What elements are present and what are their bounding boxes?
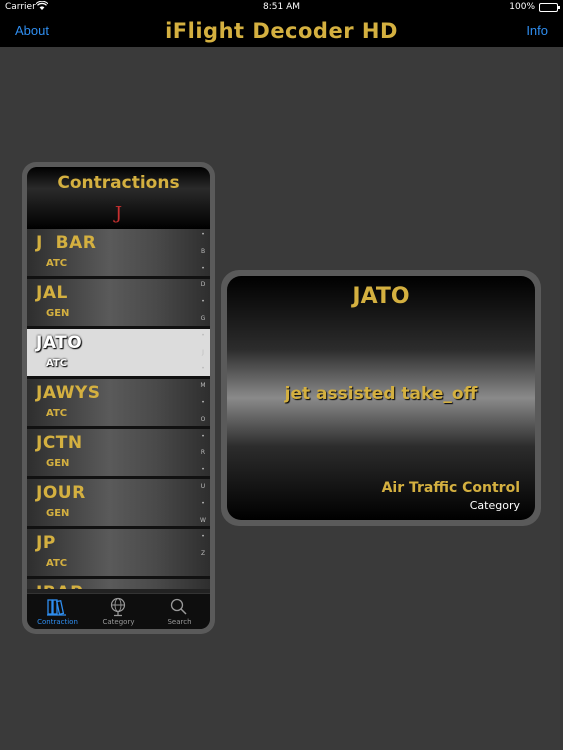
contractions-panel: Contractions J J BAR ATC JAL GEN JATO ATC JAWY…: [22, 162, 215, 634]
list-item-code: JOUR: [36, 483, 86, 503]
detail-category-label: Category: [469, 499, 520, 512]
info-button[interactable]: Info: [526, 23, 548, 38]
list-item[interactable]: JP ATC: [27, 529, 210, 579]
list-item-category: ATC: [46, 258, 68, 269]
tab-search[interactable]: Search: [149, 594, 210, 629]
list-item-code: JAL: [36, 283, 68, 303]
index-letter[interactable]: D: [197, 281, 209, 288]
list-title: Contractions: [57, 173, 180, 193]
tab-label: Search: [167, 618, 192, 626]
status-bar: Carrier 8:51 AM 100%: [0, 0, 563, 16]
index-letter[interactable]: W: [197, 517, 209, 524]
index-letter[interactable]: •: [197, 399, 209, 406]
books-icon: [45, 597, 69, 617]
list-item[interactable]: JAL GEN: [27, 279, 210, 329]
index-letter[interactable]: •: [197, 500, 209, 507]
index-letter[interactable]: B: [197, 248, 209, 255]
index-letter[interactable]: •: [197, 466, 209, 473]
list-item-code: JATO: [36, 333, 83, 353]
list-item-category: ATC: [46, 358, 68, 369]
detail-card: JATO jet assisted take_off Air Traffic C…: [221, 270, 541, 526]
list-item-code: JP: [36, 533, 56, 553]
list-item[interactable]: JRAP: [27, 579, 210, 589]
index-letter[interactable]: O: [197, 416, 209, 423]
alphabet-index[interactable]: • B • D • G • J • M • O • R • U • W • Z: [197, 229, 209, 579]
index-letter[interactable]: R: [197, 449, 209, 456]
contractions-list[interactable]: J BAR ATC JAL GEN JATO ATC JAWYS ATC JCTN GEN JOUR…: [27, 229, 210, 589]
index-letter[interactable]: G: [197, 315, 209, 322]
list-item-category: GEN: [46, 458, 70, 469]
detail-card-content: JATO jet assisted take_off Air Traffic C…: [227, 276, 535, 520]
list-item-category: GEN: [46, 308, 70, 319]
tab-category[interactable]: Category: [88, 594, 149, 629]
index-letter[interactable]: •: [197, 265, 209, 272]
index-letter[interactable]: •: [197, 533, 209, 540]
navigation-bar: About iFlight Decoder HD Info: [0, 16, 563, 47]
list-item-code: JRAP: [36, 583, 83, 589]
index-letter[interactable]: •: [197, 231, 209, 238]
list-item-code: JAWYS: [36, 383, 101, 403]
battery-percent: 100%: [509, 2, 535, 12]
list-item-category: ATC: [46, 408, 68, 419]
list-item[interactable]: JAWYS ATC: [27, 379, 210, 429]
index-letter[interactable]: •: [197, 433, 209, 440]
list-item-category: GEN: [46, 508, 70, 519]
list-item[interactable]: JATO ATC: [27, 329, 210, 379]
list-item-category: ATC: [46, 558, 68, 569]
index-letter[interactable]: M: [197, 382, 209, 389]
tab-contraction[interactable]: Contraction: [27, 594, 88, 629]
globe-icon: [106, 597, 130, 617]
list-item-code: J BAR: [36, 233, 97, 253]
status-time: 8:51 AM: [263, 2, 300, 12]
tab-label: Category: [102, 618, 135, 626]
list-item-code: JCTN: [36, 433, 83, 453]
list-item[interactable]: JCTN GEN: [27, 429, 210, 479]
index-letter[interactable]: •: [197, 365, 209, 372]
index-letter[interactable]: •: [197, 332, 209, 339]
search-icon: [167, 597, 191, 617]
contractions-list-container: Contractions J J BAR ATC JAL GEN JATO ATC JAWY…: [27, 167, 210, 629]
detail-code: JATO: [352, 284, 410, 309]
app-title: iFlight Decoder HD: [165, 19, 398, 43]
tab-bar: Contraction Category Search: [27, 593, 210, 629]
list-item[interactable]: J BAR ATC: [27, 229, 210, 279]
index-letter[interactable]: U: [197, 483, 209, 490]
index-letter[interactable]: Z: [197, 550, 209, 557]
list-item[interactable]: JOUR GEN: [27, 479, 210, 529]
detail-category: Air Traffic Control: [381, 480, 520, 496]
index-letter[interactable]: J: [197, 349, 209, 356]
battery-icon: [539, 3, 560, 12]
current-letter: J: [114, 203, 123, 224]
list-header: Contractions J: [27, 167, 210, 229]
detail-meaning: jet assisted take_off: [284, 384, 478, 404]
index-letter[interactable]: •: [197, 298, 209, 305]
tab-label: Contraction: [37, 618, 78, 626]
